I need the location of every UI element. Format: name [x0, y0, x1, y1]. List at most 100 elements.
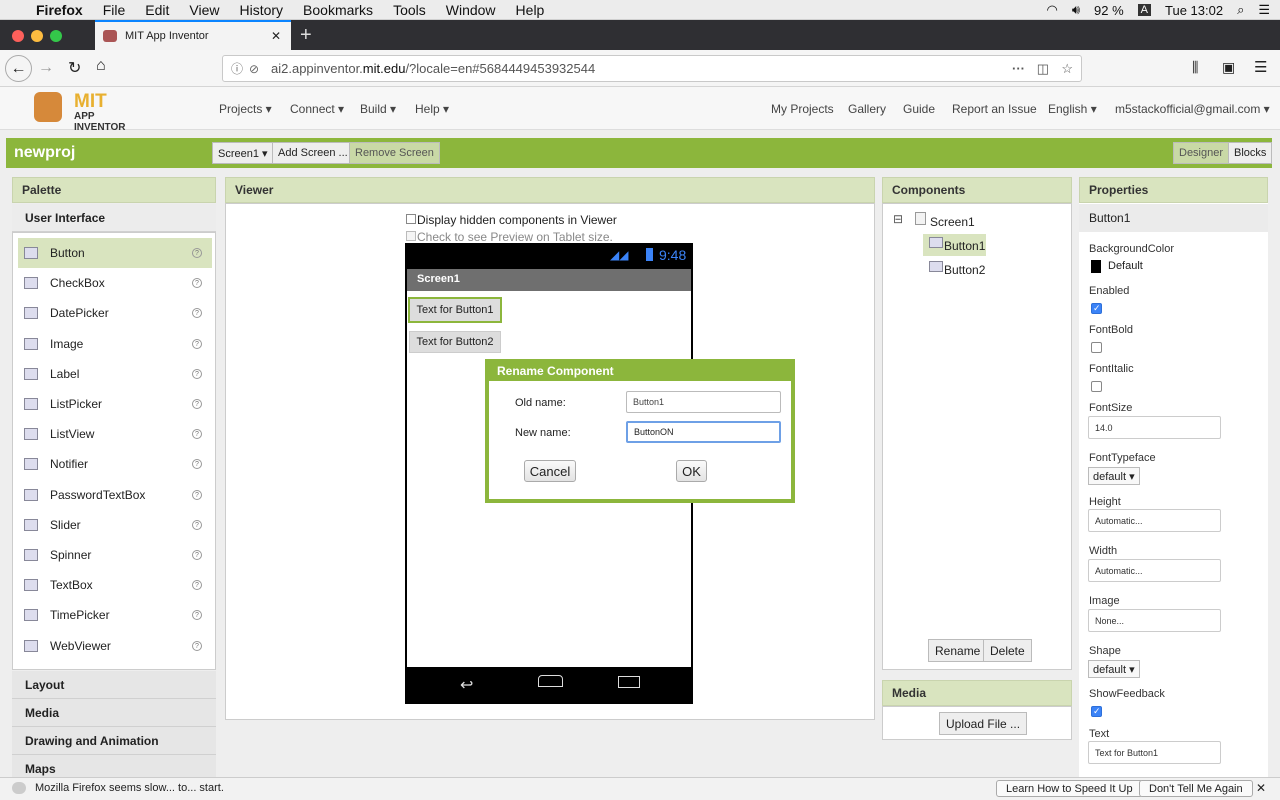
cancel-button[interactable]: Cancel: [524, 460, 576, 482]
bookmark-star-icon[interactable]: ☆: [1061, 61, 1073, 77]
tab-close-icon[interactable]: ✕: [271, 29, 281, 43]
help-icon[interactable]: ?: [192, 550, 202, 560]
link-my-projects[interactable]: My Projects: [771, 102, 834, 116]
help-icon[interactable]: ?: [192, 640, 202, 651]
dont-tell-me-again-button[interactable]: Don't Tell Me Again: [1139, 780, 1253, 797]
page-actions-icon[interactable]: ···: [1012, 61, 1025, 76]
help-icon[interactable]: ?: [192, 580, 202, 591]
hidden-components-checkbox[interactable]: [406, 214, 416, 224]
palette-item-checkbox[interactable]: CheckBox?: [20, 268, 212, 298]
home-icon[interactable]: ⌂: [96, 57, 106, 75]
palette-item-label[interactable]: Label?: [20, 359, 212, 389]
palette-item-textbox[interactable]: TextBox?: [20, 570, 212, 600]
showfeedback-checkbox[interactable]: [1091, 706, 1102, 717]
palette-item-listview[interactable]: ListView?: [20, 419, 212, 449]
wifi-icon[interactable]: ◠: [1046, 2, 1057, 18]
upload-file-button[interactable]: Upload File ...: [939, 712, 1028, 735]
menu-projects[interactable]: Projects ▾: [219, 102, 272, 116]
menu-window[interactable]: Window: [446, 2, 496, 18]
url-bar[interactable]: ⓘ ⊘ ai2.appinventor. mit.edu/?locale=en#5…: [222, 55, 1082, 82]
palette-item-listpicker[interactable]: ListPicker?: [20, 389, 212, 419]
designer-button[interactable]: Designer: [1173, 142, 1230, 164]
palette-section-user-interface[interactable]: User Interface: [12, 204, 216, 232]
text-input[interactable]: Text for Button1: [1088, 741, 1221, 764]
preview-button1[interactable]: Text for Button1: [408, 297, 502, 323]
new-name-field[interactable]: ButtonON: [626, 421, 781, 443]
palette-item-webviewer[interactable]: WebViewer?: [20, 631, 212, 661]
menu-connect[interactable]: Connect ▾: [290, 102, 344, 116]
window-zoom-button[interactable]: [50, 30, 62, 42]
tree-item-screen1[interactable]: Screen1: [930, 215, 975, 229]
old-name-field[interactable]: Button1: [626, 391, 781, 413]
window-close-button[interactable]: [12, 30, 24, 42]
palette-item-spinner[interactable]: Spinner?: [20, 540, 212, 570]
image-input[interactable]: None...: [1088, 609, 1221, 632]
help-icon[interactable]: ?: [192, 308, 202, 319]
menu-help[interactable]: Help: [516, 2, 545, 18]
bgcolor-value[interactable]: Default: [1108, 260, 1143, 272]
add-screen-button[interactable]: Add Screen ...: [272, 142, 354, 164]
hamburger-menu-icon[interactable]: ☰: [1254, 58, 1267, 76]
enabled-checkbox[interactable]: [1091, 303, 1102, 314]
palette-section-media[interactable]: Media: [12, 699, 216, 727]
menu-bookmarks[interactable]: Bookmarks: [303, 2, 373, 18]
fonttypeface-dropdown[interactable]: default ▾: [1088, 467, 1140, 485]
palette-item-notifier[interactable]: Notifier?: [20, 449, 212, 479]
help-icon[interactable]: ?: [192, 338, 202, 349]
forward-icon[interactable]: →: [38, 59, 54, 77]
back-icon[interactable]: ←: [5, 55, 32, 82]
height-input[interactable]: Automatic...: [1088, 509, 1221, 532]
spotlight-search-icon[interactable]: ⌕: [1237, 2, 1244, 18]
new-tab-icon[interactable]: +: [300, 24, 312, 47]
palette-item-timepicker[interactable]: TimePicker?: [20, 600, 212, 630]
menu-app-name[interactable]: Firefox: [36, 2, 83, 18]
palette-item-datepicker[interactable]: DatePicker?: [20, 298, 212, 328]
browser-tab-active[interactable]: MIT App Inventor ✕: [95, 20, 291, 50]
language-dropdown[interactable]: English ▾: [1048, 102, 1097, 116]
help-icon[interactable]: ?: [192, 429, 202, 440]
link-gallery[interactable]: Gallery: [848, 102, 886, 116]
window-minimize-button[interactable]: [31, 30, 43, 42]
menu-help[interactable]: Help ▾: [415, 102, 449, 116]
help-icon[interactable]: ?: [192, 368, 202, 379]
palette-item-image[interactable]: Image?: [20, 329, 212, 359]
blocks-button[interactable]: Blocks: [1228, 142, 1273, 164]
tracking-protection-icon[interactable]: ⊘: [249, 62, 259, 76]
help-icon[interactable]: ?: [192, 399, 202, 409]
notification-center-icon[interactable]: ☰: [1258, 2, 1270, 18]
fontitalic-checkbox[interactable]: [1091, 381, 1102, 392]
delete-button[interactable]: Delete: [983, 639, 1032, 662]
shape-dropdown[interactable]: default ▾: [1088, 660, 1140, 678]
fontbold-checkbox[interactable]: [1091, 342, 1102, 353]
palette-item-button[interactable]: Button?: [20, 238, 212, 268]
app-inventor-logo[interactable]: MIT APP INVENTOR: [32, 90, 147, 133]
link-guide[interactable]: Guide: [903, 102, 935, 116]
help-icon[interactable]: ?: [192, 610, 202, 621]
reload-icon[interactable]: ↻: [68, 58, 81, 78]
input-source-indicator[interactable]: A: [1137, 4, 1151, 16]
palette-section-layout[interactable]: Layout: [12, 671, 216, 699]
ok-button[interactable]: OK: [676, 460, 707, 482]
pocket-icon[interactable]: ◫: [1037, 61, 1049, 77]
remove-screen-button[interactable]: Remove Screen: [349, 142, 440, 164]
screen-select-dropdown[interactable]: Screen1 ▾: [212, 142, 274, 164]
menu-view[interactable]: View: [189, 2, 219, 18]
library-icon[interactable]: ⫼: [1192, 59, 1198, 76]
sidebar-toggle-icon[interactable]: ▣: [1222, 59, 1235, 76]
palette-item-slider[interactable]: Slider?: [20, 510, 212, 540]
bgcolor-swatch[interactable]: [1091, 260, 1101, 273]
menu-build[interactable]: Build ▾: [360, 102, 396, 116]
help-icon[interactable]: ?: [192, 459, 202, 470]
battery-percent[interactable]: 92 %: [1094, 3, 1124, 18]
help-icon[interactable]: ?: [192, 248, 202, 258]
help-icon[interactable]: ?: [192, 489, 202, 500]
palette-item-passwordtextbox[interactable]: PasswordTextBox?: [20, 480, 212, 510]
help-icon[interactable]: ?: [192, 519, 202, 530]
tree-item-button2[interactable]: Button2: [944, 263, 985, 277]
rename-button[interactable]: Rename: [928, 639, 988, 662]
tablet-preview-checkbox[interactable]: [406, 231, 416, 241]
learn-speed-button[interactable]: Learn How to Speed It Up: [996, 780, 1143, 797]
menu-history[interactable]: History: [239, 2, 283, 18]
menu-tools[interactable]: Tools: [393, 2, 426, 18]
volume-icon[interactable]: 🔊︎: [1072, 2, 1080, 18]
